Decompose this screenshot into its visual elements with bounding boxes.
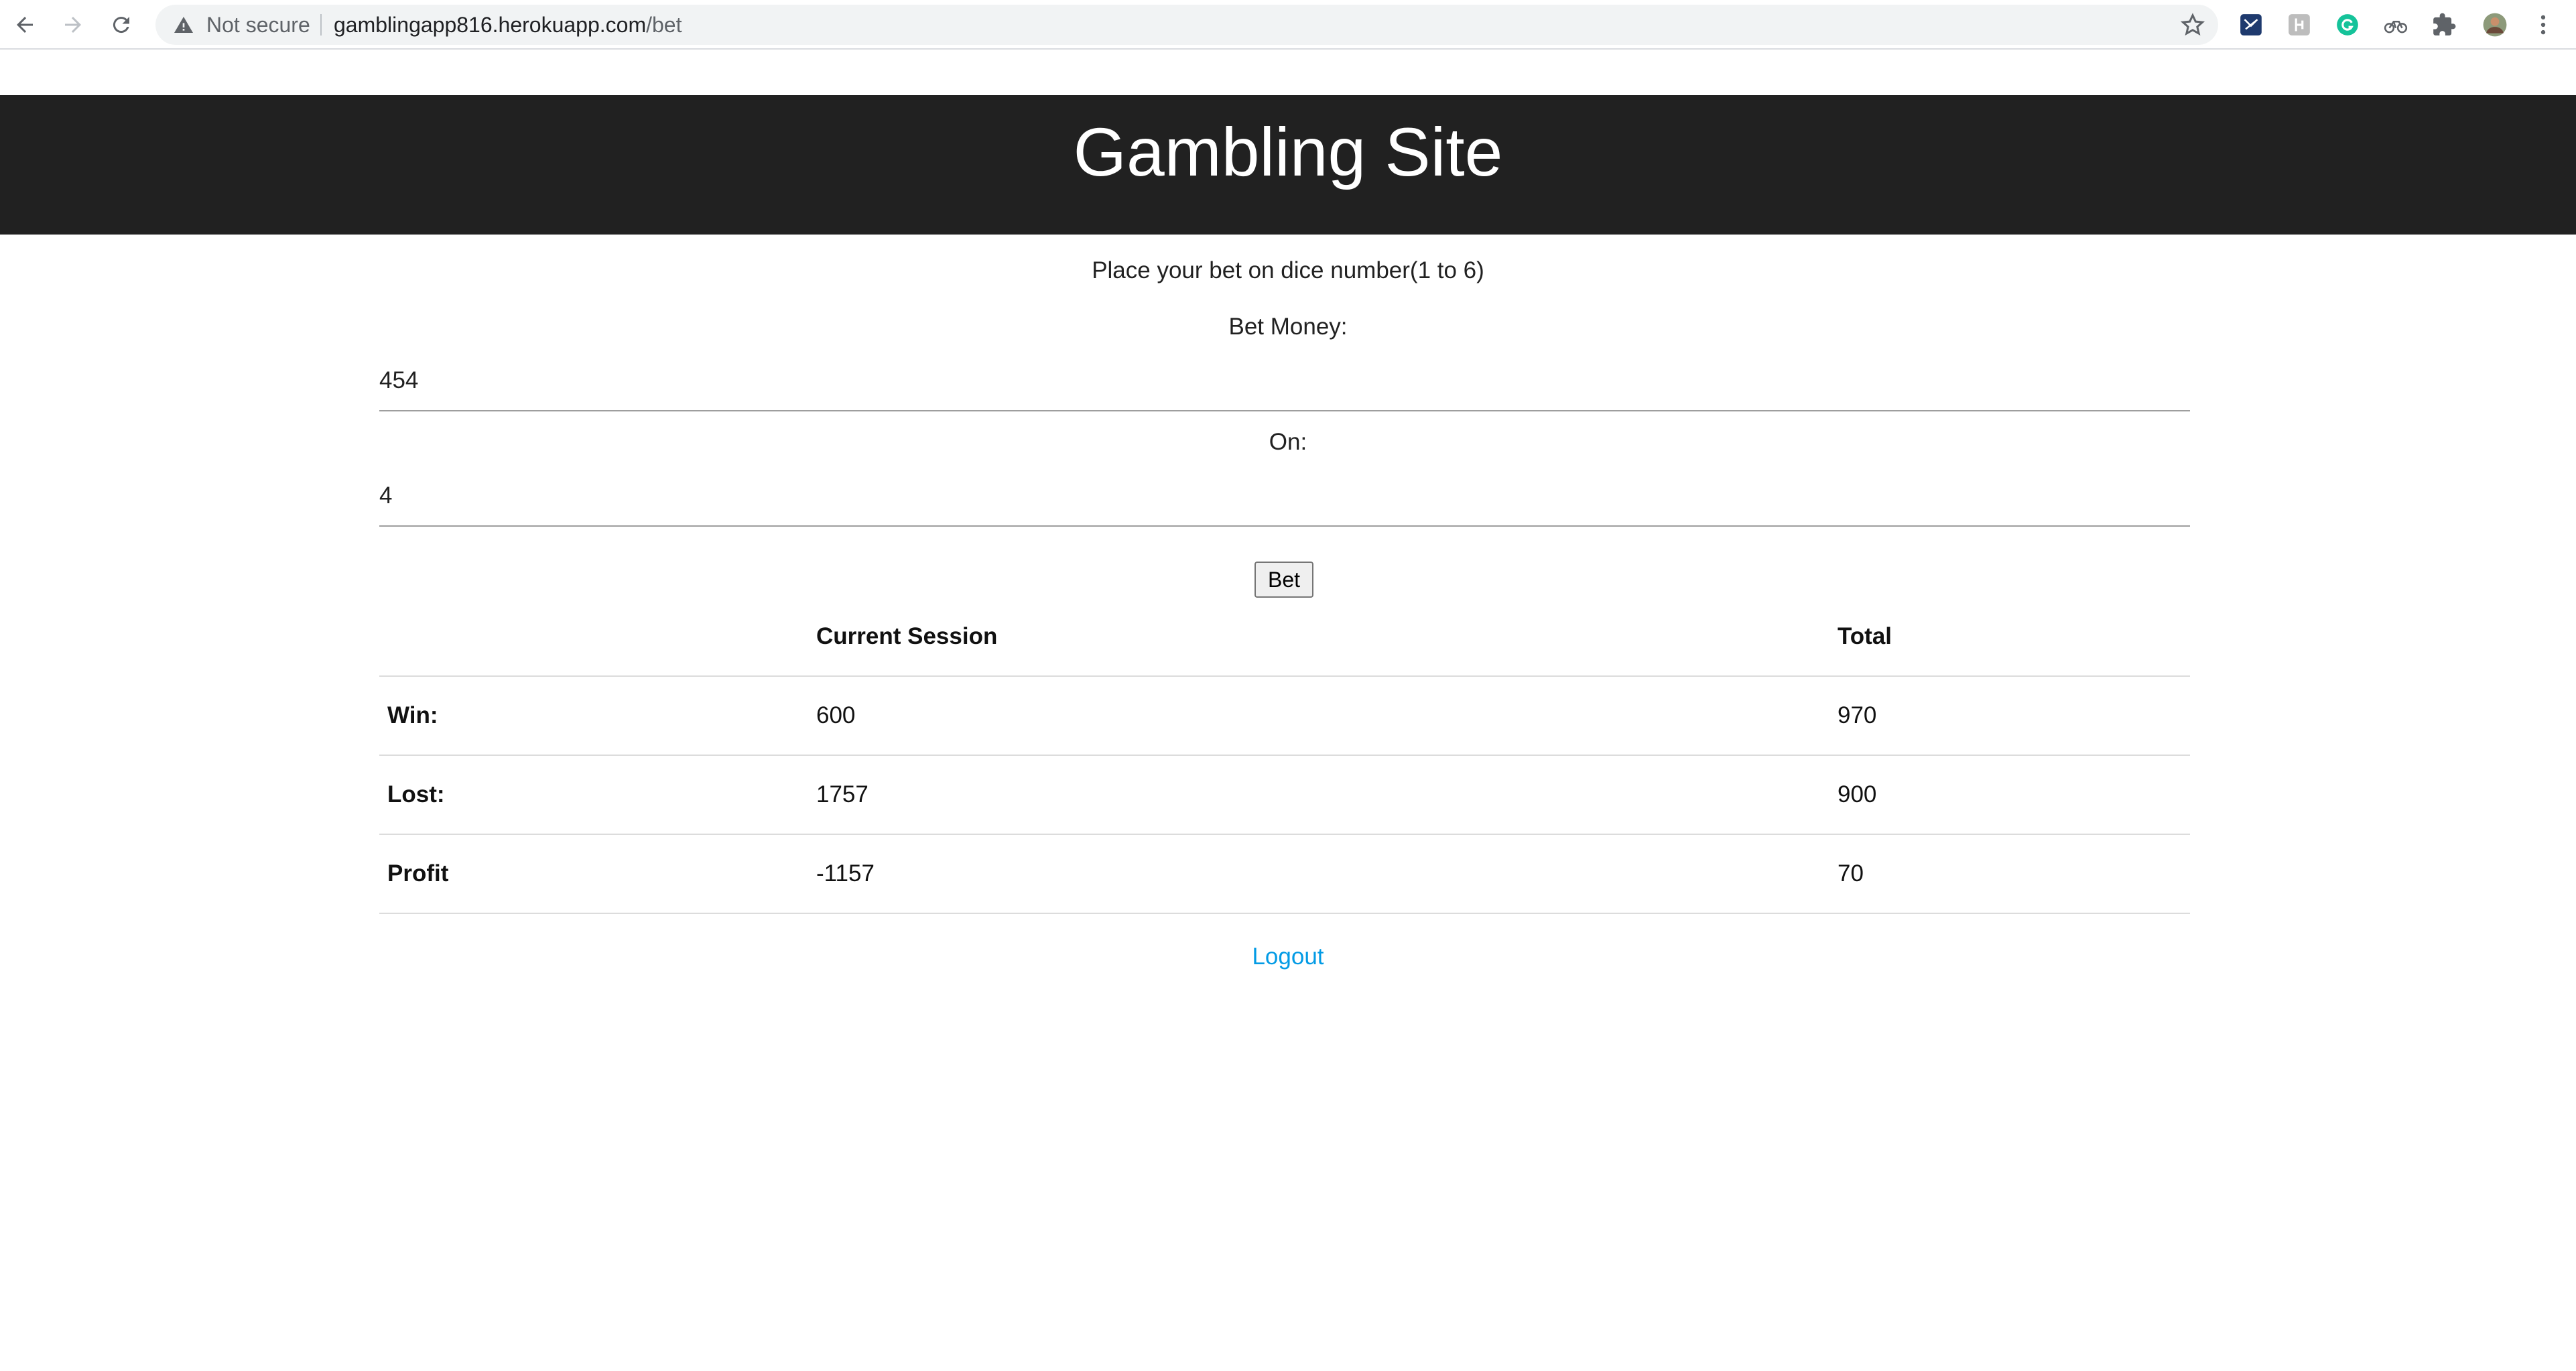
total-value: 70 (1829, 834, 2190, 914)
table-row-win: Win: 600 970 (379, 676, 2190, 756)
url-text[interactable]: gamblingapp816.herokuapp.com/bet (334, 5, 682, 45)
forward-icon[interactable] (55, 7, 91, 43)
security-status[interactable]: Not secure (206, 5, 310, 45)
bet-money-input[interactable] (379, 351, 2190, 411)
stats-table: Current Session Total Win: 600 970 Lost:… (379, 598, 2190, 914)
table-header-row: Current Session Total (379, 598, 2190, 677)
site-title: Gambling Site (1073, 114, 1503, 190)
profile-avatar[interactable] (2480, 9, 2510, 40)
page-root: Not secure gamblingapp816.herokuapp.com/… (0, 0, 2576, 1371)
bet-button[interactable]: Bet (1254, 562, 1313, 598)
extension-bike-icon[interactable] (2380, 9, 2411, 40)
address-bar[interactable]: Not secure gamblingapp816.herokuapp.com/… (155, 5, 2218, 45)
grammarly-icon[interactable] (2332, 9, 2363, 40)
column-header-blank (379, 598, 808, 677)
back-icon[interactable] (7, 7, 43, 43)
site-header: Gambling Site (0, 95, 2576, 235)
current-session-value: -1157 (808, 834, 1829, 914)
extensions-icon[interactable] (2429, 9, 2459, 40)
bet-instruction: Place your bet on dice number(1 to 6) (1092, 257, 1484, 283)
url-path: /bet (646, 13, 682, 37)
table-row-profit: Profit -1157 70 (379, 834, 2190, 914)
column-header-total: Total (1829, 598, 2190, 677)
total-value: 900 (1829, 755, 2190, 835)
extension-blue-icon[interactable] (2236, 9, 2266, 40)
current-session-value: 600 (808, 676, 1829, 756)
current-session-value: 1757 (808, 755, 1829, 835)
row-label: Win: (379, 676, 808, 756)
warning-icon[interactable] (173, 14, 194, 36)
browser-toolbar: Not secure gamblingapp816.herokuapp.com/… (0, 0, 2576, 50)
bookmark-star-icon[interactable] (2179, 11, 2206, 38)
extension-gray-icon[interactable] (2284, 9, 2315, 40)
total-value: 970 (1829, 676, 2190, 756)
logout-link[interactable]: Logout (0, 943, 2576, 970)
column-header-current-session: Current Session (808, 598, 1829, 677)
bet-money-label: Bet Money: (1228, 314, 1348, 340)
dice-number-input[interactable] (379, 466, 2190, 527)
row-label: Lost: (379, 755, 808, 835)
menu-icon[interactable] (2528, 9, 2559, 40)
url-host: gamblingapp816.herokuapp.com (334, 13, 647, 37)
row-label: Profit (379, 834, 808, 914)
table-row-lost: Lost: 1757 900 (379, 755, 2190, 835)
reload-icon[interactable] (103, 7, 139, 43)
dice-number-label: On: (1269, 429, 1307, 455)
omnibox-divider (320, 14, 322, 36)
